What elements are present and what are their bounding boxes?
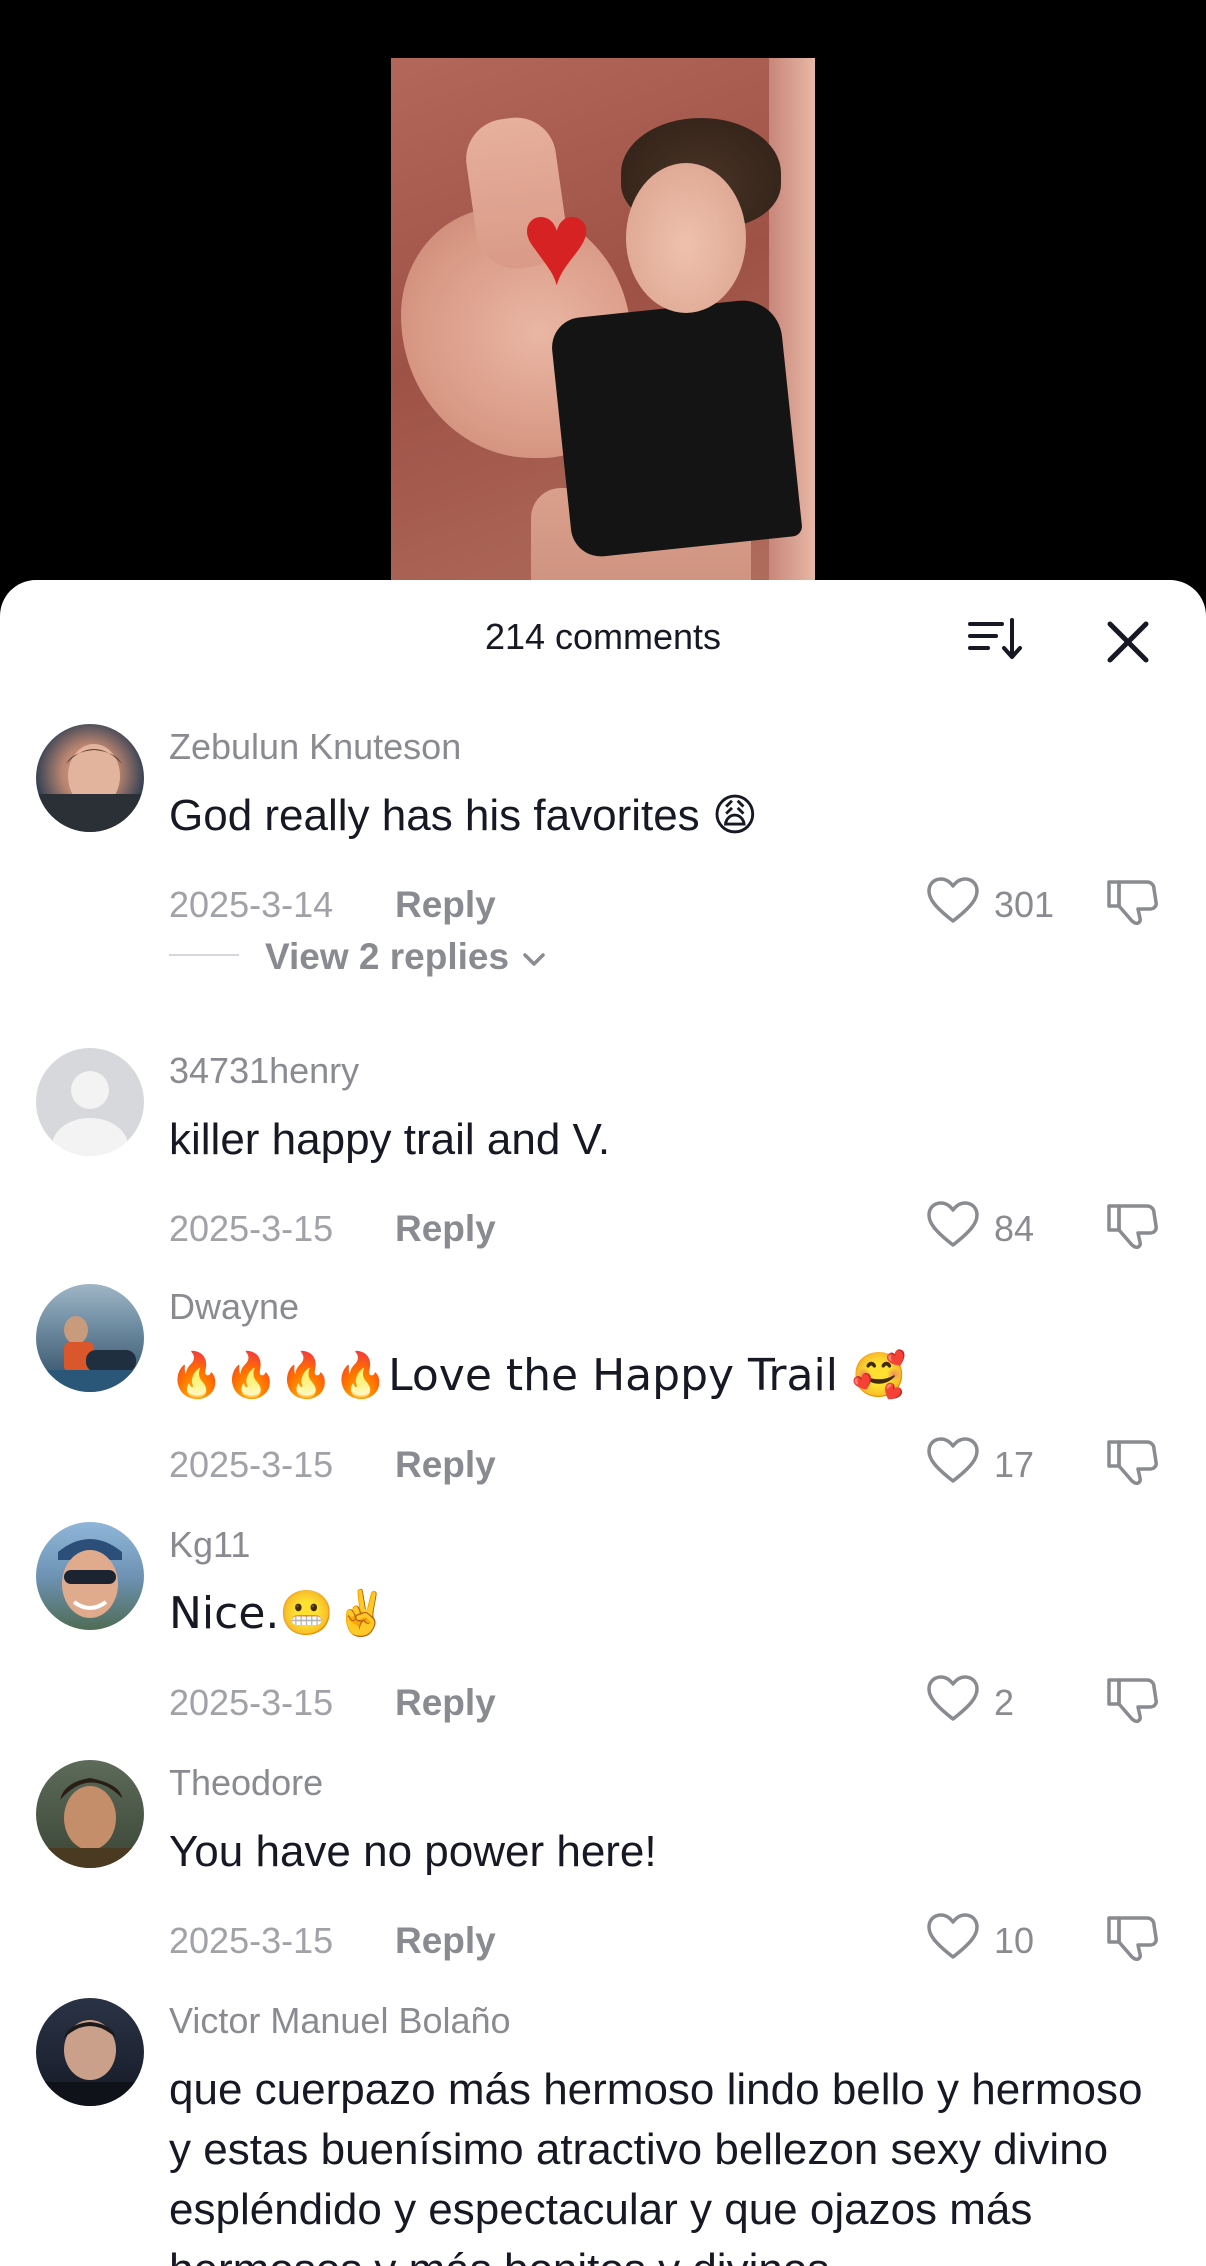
comment-date: 2025-3-14 (169, 884, 334, 925)
comment-text: You have no power here! (169, 1827, 657, 1876)
comment-item: Zebulun Knuteson God really has his favo… (0, 724, 1206, 977)
close-button[interactable] (1100, 614, 1156, 670)
like-button[interactable] (925, 876, 981, 926)
thumbs-down-icon (1107, 1204, 1158, 1249)
sort-icon (968, 618, 1022, 659)
view-replies-label[interactable]: View 2 replies (265, 936, 549, 978)
like-count: 2 (994, 1682, 1015, 1723)
dislike-button[interactable] (1105, 1436, 1161, 1486)
thumbs-down-icon (1107, 1678, 1158, 1723)
comment-date: 2025-3-15 (169, 1208, 334, 1249)
comment-meta: 2025-3-15 Reply 17 (169, 1436, 1179, 1486)
comment-text: que cuerpazo más hermoso lindo bello y h… (169, 2065, 1143, 2266)
avatar[interactable] (36, 1760, 144, 1868)
comment-item: Theodore You have no power here! 2025-3-… (0, 1760, 1206, 1962)
reply-button[interactable]: Reply (395, 1682, 496, 1724)
video-thumbnail[interactable]: ♥ (391, 58, 815, 618)
comment-text: killer happy trail and V. (169, 1115, 611, 1164)
video-figure-shirt (549, 296, 803, 560)
heart-icon (927, 877, 979, 923)
like-count: 10 (994, 1920, 1035, 1961)
reply-button[interactable]: Reply (395, 1444, 496, 1486)
avatar[interactable] (36, 724, 144, 832)
avatar[interactable] (36, 1998, 144, 2106)
avatar[interactable] (36, 1284, 144, 1392)
comment-meta: 2025-3-15 Reply 84 (169, 1200, 1179, 1250)
comment-username[interactable]: Zebulun Knuteson (169, 726, 461, 768)
reply-button[interactable]: Reply (395, 884, 496, 926)
heart-icon (927, 1437, 979, 1483)
comment-item: Dwayne 🔥🔥🔥🔥Love the Happy Trail 🥰 2025-3… (0, 1284, 1206, 1486)
like-button[interactable] (925, 1436, 981, 1486)
like-button[interactable] (925, 1912, 981, 1962)
like-count: 301 (994, 884, 1055, 925)
dislike-button[interactable] (1105, 1674, 1161, 1724)
comment-item: Kg11 Nice.😬✌️ 2025-3-15 Reply 2 (0, 1522, 1206, 1724)
comment-date: 2025-3-15 (169, 1444, 334, 1485)
heart-icon (927, 1913, 979, 1959)
comment-username[interactable]: Victor Manuel Bolaño (169, 2000, 511, 2042)
comment-username[interactable]: 34731henry (169, 1050, 359, 1092)
heart-icon (927, 1675, 979, 1721)
comment-username[interactable]: Kg11 (169, 1524, 250, 1566)
comment-item: 34731henry killer happy trail and V. 202… (0, 1048, 1206, 1250)
video-figure-head (626, 163, 746, 313)
comment-date: 2025-3-15 (169, 1920, 334, 1961)
like-count: 17 (994, 1444, 1035, 1485)
avatar[interactable] (36, 1522, 144, 1630)
dislike-button[interactable] (1105, 1200, 1161, 1250)
sort-button[interactable] (966, 614, 1026, 664)
like-button[interactable] (925, 1674, 981, 1724)
comment-meta: 2025-3-14 Reply 301 (169, 876, 1179, 926)
reply-button[interactable]: Reply (395, 1920, 496, 1962)
comment-date: 2025-3-15 (169, 1682, 334, 1723)
thumbs-down-icon (1107, 1440, 1158, 1485)
comment-text: Nice.😬✌️ (169, 1588, 389, 1639)
heart-icon (927, 1201, 979, 1247)
comment-text: God really has his favorites 😩 (169, 791, 758, 840)
comment-text: 🔥🔥🔥🔥Love the Happy Trail 🥰 (169, 1350, 907, 1401)
comment-item: Victor Manuel Bolaño que cuerpazo más he… (0, 1998, 1206, 2266)
close-icon (1107, 621, 1149, 663)
comment-meta: 2025-3-15 Reply 10 (169, 1912, 1179, 1962)
reply-button[interactable]: Reply (395, 1208, 496, 1250)
comments-header: 214 comments (0, 580, 1206, 698)
comments-sheet: 214 comments Zebulun Knuteson God really… (0, 580, 1206, 2266)
video-area[interactable]: ♥ (0, 0, 1206, 618)
thumbs-down-icon (1107, 1916, 1158, 1961)
chevron-down-icon (523, 953, 546, 966)
thumbs-down-icon (1107, 880, 1158, 925)
comment-username[interactable]: Theodore (169, 1762, 323, 1804)
dislike-button[interactable] (1105, 1912, 1161, 1962)
dislike-button[interactable] (1105, 876, 1161, 926)
view-replies[interactable]: View 2 replies (169, 930, 769, 980)
comment-meta: 2025-3-15 Reply 2 (169, 1674, 1179, 1724)
replies-divider (169, 954, 239, 956)
video-heart-prop: ♥ (521, 176, 593, 310)
avatar[interactable] (36, 1048, 144, 1156)
like-button[interactable] (925, 1200, 981, 1250)
like-count: 84 (994, 1208, 1035, 1249)
comment-username[interactable]: Dwayne (169, 1286, 299, 1328)
